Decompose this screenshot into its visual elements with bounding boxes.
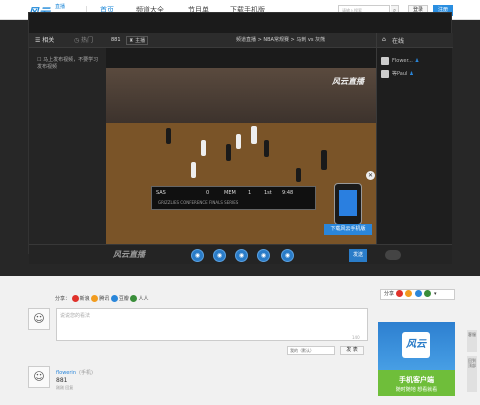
share-tencent[interactable]: 腾讯: [91, 295, 109, 302]
close-icon[interactable]: ✕: [366, 171, 375, 180]
control-button-2[interactable]: ◉: [213, 249, 226, 262]
weibo-icon: [71, 295, 79, 302]
identity-select[interactable]: 我的（默认）: [287, 346, 335, 355]
video-figure: [166, 128, 171, 144]
renren-icon: [130, 295, 138, 302]
share-bar: 分享： 新浪 腾讯 豆瓣 人人: [55, 295, 148, 304]
score-quarter: 1st: [264, 190, 272, 196]
chevron-down-icon[interactable]: ▾: [434, 291, 437, 297]
user-icon: ♟: [414, 58, 420, 64]
qq-icon[interactable]: [414, 290, 422, 297]
control-button-4[interactable]: ◉: [257, 249, 270, 262]
player-toolbar: ☰ 相关 ◷ 热门 881 ♜ 主播 频道直播 > NBA常规赛 > 马刺 vs…: [29, 33, 376, 48]
breadcrumb[interactable]: 频道直播 > NBA常规赛 > 马刺 vs 灰熊: [236, 36, 325, 45]
video-figure: [296, 168, 301, 182]
chat-user[interactable]: Flower... ♟: [381, 56, 449, 66]
video-player[interactable]: 风云直播 SAS 0 MEM 1 1st 9:48 GRIZZLIES CONF…: [106, 68, 376, 244]
chat-user[interactable]: 等Paul ♟: [381, 69, 449, 79]
share-douban[interactable]: 豆瓣: [110, 295, 129, 302]
video-figure: [191, 162, 196, 178]
score-clock: 9:48: [282, 190, 294, 196]
char-counter: 140: [352, 335, 360, 340]
video-figure: [264, 140, 269, 157]
qzone-icon[interactable]: [405, 290, 413, 297]
app-ad[interactable]: 风云 手机客户端 随时随地 想看就看: [378, 322, 455, 396]
volume-button[interactable]: ◉: [235, 249, 248, 262]
phone-promo[interactable]: [334, 183, 362, 225]
list-item[interactable]: ☐ 马上发布视频，不要学习发布视频: [37, 57, 101, 71]
user-icon: ♟: [409, 71, 414, 77]
score-value1: 0: [206, 190, 210, 196]
ad-title: 手机客户端: [399, 376, 434, 384]
douban-icon: [110, 295, 118, 302]
home-icon[interactable]: ⌂: [382, 36, 386, 43]
weibo-icon[interactable]: [395, 290, 403, 297]
right-share[interactable]: 分享 ▾: [380, 289, 455, 300]
tab-hot[interactable]: ◷ 热门: [74, 35, 93, 46]
comment-meta: 刚刚 回复: [56, 385, 74, 390]
control-bar: 风云直播 ◉ ◉ ◉ ◉ ◉ 发送: [29, 244, 452, 264]
comment-text: 881: [56, 377, 68, 384]
chat-header: ⌂ 在线: [377, 33, 453, 48]
chat-title: 在线: [392, 38, 405, 45]
video-watermark: 风云直播: [332, 77, 364, 86]
video-figure: [201, 140, 206, 156]
video-figure: [321, 150, 327, 170]
source-label: 881: [111, 37, 121, 43]
side-service-button[interactable]: 客服: [467, 330, 477, 352]
score-value2: 1: [248, 190, 252, 196]
phone-screen: [339, 190, 357, 216]
comment-user[interactable]: flowerin (手机): [56, 369, 93, 376]
source-pill[interactable]: ♜ 主播: [126, 36, 149, 45]
tab-related[interactable]: ☰ 相关: [35, 35, 54, 46]
avatar: [381, 56, 389, 65]
danmaku-send-button[interactable]: 发送: [349, 249, 367, 262]
chat-panel: ⌂ 在线 Flower... ♟ 等Paul ♟: [376, 33, 453, 244]
video-figure: [226, 144, 231, 161]
control-logo: 风云直播: [113, 250, 145, 259]
score-team1: SAS: [156, 190, 166, 196]
avatar: ☺: [28, 366, 50, 388]
renren-icon[interactable]: [424, 290, 432, 297]
tencent-icon: [91, 295, 99, 302]
video-list: ☐ 马上发布视频，不要学习发布视频: [29, 48, 106, 244]
share-weibo[interactable]: 新浪: [71, 295, 90, 302]
control-button-1[interactable]: ◉: [191, 249, 204, 262]
share-label: 分享：: [55, 296, 71, 302]
download-banner[interactable]: 下载风云手机版: [324, 224, 372, 235]
danmaku-toggle[interactable]: [385, 250, 401, 260]
site-logo-sub: 直播: [55, 4, 66, 10]
share-renren[interactable]: 人人: [130, 295, 148, 302]
avatar: [381, 69, 389, 78]
comment-input[interactable]: 说说您的看法: [56, 308, 368, 341]
video-figure: [236, 134, 241, 149]
back-to-top-button[interactable]: 回到顶部: [467, 356, 477, 392]
ad-subtitle: 随时随地 想看就看: [395, 387, 438, 393]
video-figure: [251, 126, 257, 144]
score-team2: MEM: [224, 190, 236, 196]
score-caption: GRIZZLIES CONFERENCE FINALS SERIES: [158, 200, 239, 205]
avatar: ☺: [28, 308, 50, 330]
submit-comment-button[interactable]: 发 表: [340, 346, 364, 355]
app-icon: 风云: [402, 332, 430, 358]
control-button-5[interactable]: ◉: [281, 249, 294, 262]
scoreboard: SAS 0 MEM 1 1st 9:48 GRIZZLIES CONFERENC…: [151, 186, 316, 210]
